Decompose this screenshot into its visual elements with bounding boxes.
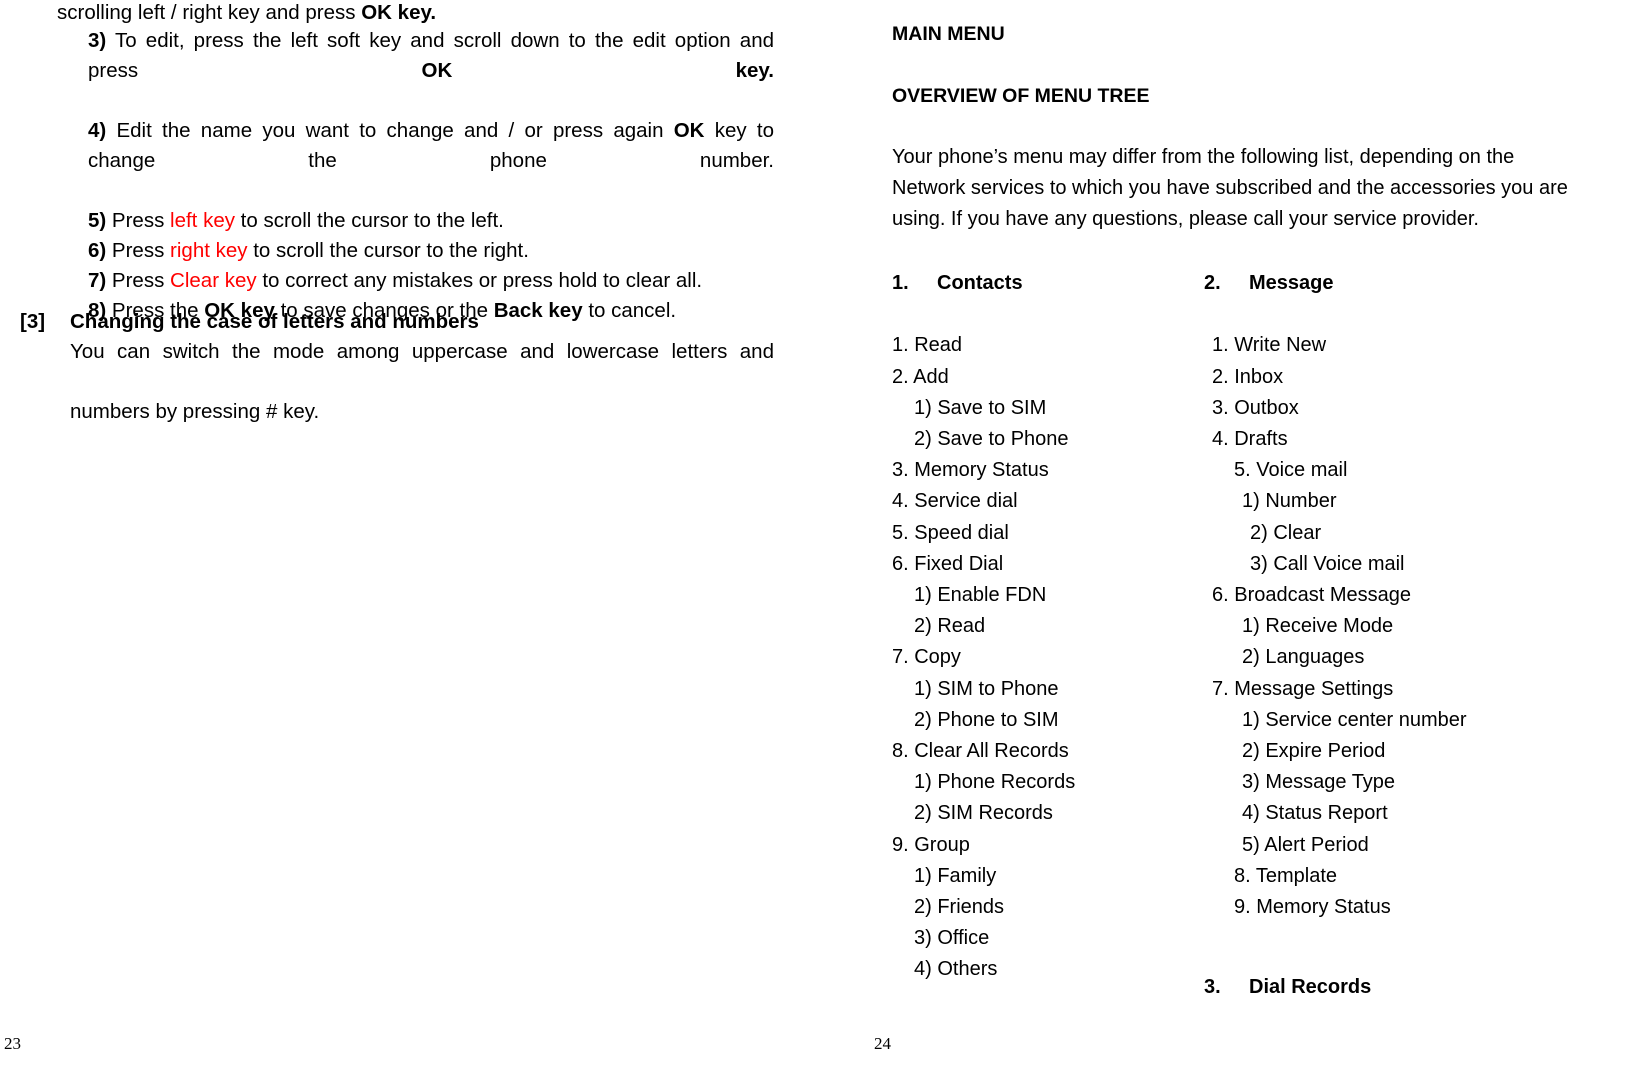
list-item[interactable]: 1) Phone Records — [892, 767, 1222, 798]
step-7-highlight: Clear key — [170, 269, 257, 292]
menu-title-message-number: 2. — [1204, 272, 1221, 294]
manual-two-page-spread: scrolling left / right key and press OK … — [0, 0, 1628, 1065]
list-item[interactable]: 8. Clear All Records — [892, 736, 1222, 767]
instruction-step-6: 6) Press right key to scroll the cursor … — [88, 236, 774, 266]
step-number-3: 3) — [88, 29, 107, 52]
left-page: scrolling left / right key and press OK … — [0, 0, 814, 1065]
page-number-right: 24 — [874, 1034, 891, 1053]
section-3-tag: [3] — [20, 310, 46, 333]
menu-tree-intro-paragraph: Your phone’s menu may differ from the fo… — [892, 146, 1568, 230]
step-number-5: 5) — [88, 209, 107, 232]
list-item[interactable]: 4) Status Report — [1204, 798, 1624, 829]
list-item[interactable]: 2) Phone to SIM — [892, 705, 1222, 736]
section-3-body: You can switch the mode among uppercase … — [70, 337, 774, 427]
list-item[interactable]: 9. Group — [892, 830, 1222, 861]
list-item[interactable]: 4. Service dial — [892, 486, 1222, 517]
list-item[interactable]: 1) SIM to Phone — [892, 674, 1222, 705]
list-item[interactable]: 5) Alert Period — [1204, 830, 1624, 861]
section-3: [3] Changing the case of letters and num… — [20, 307, 774, 427]
step-number-6: 6) — [88, 239, 107, 262]
instruction-step-4: 4) Edit the name you want to change and … — [88, 116, 774, 206]
list-item[interactable]: 3. Memory Status — [892, 455, 1222, 486]
step-4-text-a: Edit the name you want to change and / o… — [106, 119, 674, 142]
step-number-4: 4) — [88, 119, 107, 142]
menu-title-dial-records-number: 3. — [1204, 976, 1221, 998]
step-5-text-b: to scroll the cursor to the left. — [234, 209, 504, 232]
right-page: MAIN MENU OVERVIEW OF MENU TREE Your pho… — [814, 0, 1628, 1065]
section-3-body-line-1: You can switch the mode among uppercase … — [70, 340, 774, 363]
list-item[interactable]: 2. Add — [892, 362, 1222, 393]
list-item[interactable]: 1) Family — [892, 861, 1222, 892]
list-item[interactable]: 5. Voice mail — [1204, 455, 1624, 486]
list-item[interactable]: 2) Save to Phone — [892, 424, 1222, 455]
list-item[interactable]: 6. Broadcast Message — [1204, 580, 1624, 611]
list-item[interactable]: 2) Read — [892, 611, 1222, 642]
section-3-title: Changing the case of letters and numbers — [70, 310, 479, 333]
list-item[interactable]: 4. Drafts — [1204, 424, 1624, 455]
lead-line-prefix: scrolling left / right key and press — [57, 1, 362, 24]
menu-title-contacts-label: Contacts — [937, 272, 1023, 294]
menu-column-message: 2. Message 1. Write New 2. Inbox 3. Outb… — [1204, 268, 1624, 923]
menu-title-dial-records-label: Dial Records — [1249, 976, 1372, 998]
list-item[interactable]: 7. Message Settings — [1204, 674, 1624, 705]
step-5-text-a: Press — [106, 209, 171, 232]
menu-title-contacts: 1. Contacts — [892, 268, 1222, 299]
instruction-step-5: 5) Press left key to scroll the cursor t… — [88, 206, 774, 236]
list-item[interactable]: 2) Languages — [1204, 642, 1624, 673]
list-item[interactable]: 2) Expire Period — [1204, 736, 1624, 767]
instruction-step-list: 3) To edit, press the left soft key and … — [88, 26, 774, 326]
menu-title-message-label: Message — [1249, 272, 1334, 294]
list-item[interactable]: 1. Read — [892, 330, 1222, 361]
list-item[interactable]: 3) Message Type — [1204, 767, 1624, 798]
step-6-highlight: right key — [170, 239, 248, 262]
step-7-text-a: Press — [106, 269, 171, 292]
step-5-highlight: left key — [170, 209, 235, 232]
step-3-bold: OK key. — [421, 59, 775, 82]
page-number-left: 23 — [4, 1034, 21, 1053]
list-item[interactable]: 7. Copy — [892, 642, 1222, 673]
list-item[interactable]: 9. Memory Status — [1204, 892, 1624, 923]
step-number-7: 7) — [88, 269, 107, 292]
menu-spacer — [892, 299, 1222, 330]
list-item[interactable]: 1) Enable FDN — [892, 580, 1222, 611]
list-item[interactable]: 2) SIM Records — [892, 798, 1222, 829]
list-item[interactable]: 2. Inbox — [1204, 362, 1624, 393]
list-item[interactable]: 4) Others — [892, 954, 1222, 985]
list-item[interactable]: 1. Write New — [1204, 330, 1624, 361]
list-item[interactable]: 1) Number — [1204, 486, 1624, 517]
lead-line-bold-tail: OK key. — [361, 1, 437, 24]
menu-items-message: 1. Write New 2. Inbox 3. Outbox 4. Draft… — [1204, 330, 1624, 923]
list-item[interactable]: 1) Service center number — [1204, 705, 1624, 736]
main-menu-heading: MAIN MENU — [892, 23, 1005, 45]
menu-tree-columns: 1. Contacts 1. Read 2. Add 1) Save to SI… — [814, 268, 1628, 1028]
menu-title-message: 2. Message — [1204, 268, 1624, 299]
list-item[interactable]: 3) Call Voice mail — [1204, 549, 1624, 580]
step-6-text-a: Press — [106, 239, 171, 262]
section-3-heading: [3] Changing the case of letters and num… — [20, 307, 774, 337]
list-item[interactable]: 1) Save to SIM — [892, 393, 1222, 424]
list-item[interactable]: 2) Clear — [1204, 518, 1624, 549]
list-item[interactable]: 3) Office — [892, 923, 1222, 954]
menu-items-contacts: 1. Read 2. Add 1) Save to SIM 2) Save to… — [892, 330, 1222, 985]
list-item[interactable]: 5. Speed dial — [892, 518, 1222, 549]
instruction-step-3: 3) To edit, press the left soft key and … — [88, 26, 774, 116]
step-4-bold: OK — [673, 119, 705, 142]
list-item[interactable]: 1) Receive Mode — [1204, 611, 1624, 642]
step-7-text-b: to correct any mistakes or press hold to… — [256, 269, 703, 292]
list-item[interactable]: 6. Fixed Dial — [892, 549, 1222, 580]
menu-title-contacts-number: 1. — [892, 272, 909, 294]
list-item[interactable]: 2) Friends — [892, 892, 1222, 923]
list-item[interactable]: 3. Outbox — [1204, 393, 1624, 424]
menu-column-contacts: 1. Contacts 1. Read 2. Add 1) Save to SI… — [892, 268, 1222, 986]
section-3-body-line-2: numbers by pressing # key. — [70, 400, 320, 423]
list-item[interactable]: 8. Template — [1204, 861, 1624, 892]
overview-of-menu-tree-heading: OVERVIEW OF MENU TREE — [892, 85, 1150, 107]
step-6-text-b: to scroll the cursor to the right. — [247, 239, 529, 262]
menu-spacer — [1204, 299, 1624, 330]
instruction-step-7: 7) Press Clear key to correct any mistak… — [88, 266, 774, 296]
lead-line: scrolling left / right key and press OK … — [57, 0, 436, 28]
